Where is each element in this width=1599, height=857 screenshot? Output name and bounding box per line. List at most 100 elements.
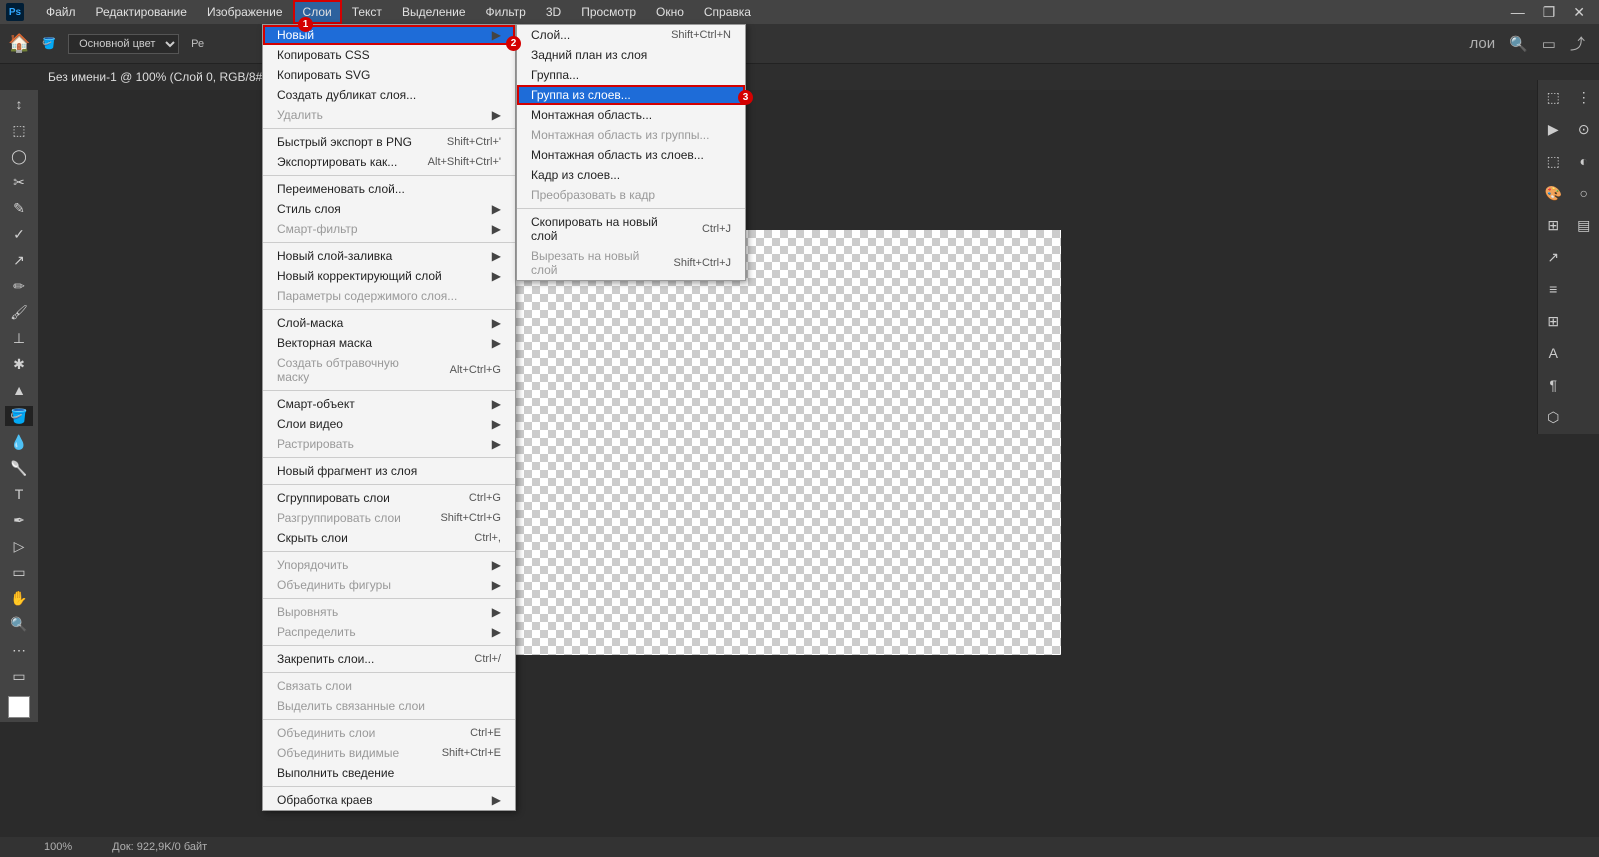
tool-22[interactable]: ▭ — [5, 666, 33, 686]
menu-item[interactable]: Быстрый экспорт в PNGShift+Ctrl+' — [263, 132, 515, 152]
menu-справка[interactable]: Справка — [694, 0, 761, 24]
tool-4[interactable]: ✎ — [5, 198, 33, 218]
menu-item[interactable]: Новый фрагмент из слоя — [263, 461, 515, 481]
tool-16[interactable]: ✒ — [5, 510, 33, 530]
panel-button[interactable]: ◐ — [1573, 150, 1595, 172]
tool-0[interactable]: ↕ — [5, 94, 33, 114]
panel-button[interactable]: ⋮ — [1573, 86, 1595, 108]
tool-8[interactable]: 🖌 — [5, 302, 33, 322]
panel-button[interactable]: ↗ — [1542, 246, 1564, 268]
layout-icon[interactable]: ▭ — [1542, 35, 1556, 53]
menu-3d[interactable]: 3D — [536, 0, 571, 24]
menu-item[interactable]: Задний план из слоя — [517, 45, 745, 65]
panel-button[interactable] — [1573, 310, 1595, 332]
menu-item[interactable]: Создать дубликат слоя... — [263, 85, 515, 105]
menu-item[interactable]: Экспортировать как...Alt+Shift+Ctrl+' — [263, 152, 515, 172]
menu-item[interactable]: Слой-маска▶ — [263, 313, 515, 333]
menu-item[interactable]: Монтажная область... — [517, 105, 745, 125]
menu-item[interactable]: Новый корректирующий слой▶ — [263, 266, 515, 286]
menu-фильтр[interactable]: Фильтр — [476, 0, 536, 24]
menu-item[interactable]: Слой...Shift+Ctrl+N — [517, 25, 745, 45]
panel-button[interactable]: ≡ — [1542, 278, 1564, 300]
menu-item[interactable]: Кадр из слоев... — [517, 165, 745, 185]
panel-button[interactable]: ⬚ — [1542, 86, 1564, 108]
tool-1[interactable]: ⬚ — [5, 120, 33, 140]
share-icon[interactable]: ⤴ — [1570, 33, 1585, 54]
panel-button[interactable] — [1573, 374, 1595, 396]
tool-15[interactable]: T — [5, 484, 33, 504]
fill-type-select[interactable]: Основной цвет — [68, 34, 179, 54]
panel-button[interactable]: ⬚ — [1542, 150, 1564, 172]
document-tab[interactable]: Без имени-1 @ 100% (Слой 0, RGB/8#) * × — [38, 64, 300, 90]
tool-7[interactable]: ✏ — [5, 276, 33, 296]
menu-item[interactable]: Монтажная область из слоев... — [517, 145, 745, 165]
menu-item[interactable]: Закрепить слои...Ctrl+/ — [263, 649, 515, 669]
panel-button[interactable]: A — [1542, 342, 1564, 364]
bucket-tool-icon[interactable]: 🪣 — [42, 37, 56, 50]
menu-item[interactable]: Скопировать на новый слойCtrl+J — [517, 212, 745, 246]
maximize-button[interactable]: ❐ — [1543, 4, 1556, 21]
menu-item[interactable]: Стиль слоя▶ — [263, 199, 515, 219]
tool-13[interactable]: 💧 — [5, 432, 33, 452]
menu-изображение[interactable]: Изображение — [197, 0, 293, 24]
close-button[interactable]: ✕ — [1573, 4, 1585, 21]
menu-окно[interactable]: Окно — [646, 0, 694, 24]
tool-6[interactable]: ↗ — [5, 250, 33, 270]
panel-button[interactable]: ⊞ — [1542, 310, 1564, 332]
panel-button[interactable]: ⊞ — [1542, 214, 1564, 236]
panel-button[interactable] — [1573, 246, 1595, 268]
canvas[interactable] — [516, 230, 1061, 655]
tool-9[interactable]: ⊥ — [5, 328, 33, 348]
color-swatch[interactable] — [8, 696, 30, 718]
tool-3[interactable]: ✂ — [5, 172, 33, 192]
menu-item[interactable]: Смарт-объект▶ — [263, 394, 515, 414]
menu-item-label: Объединить слои — [277, 726, 450, 740]
tool-20[interactable]: 🔍 — [5, 614, 33, 634]
menu-текст[interactable]: Текст — [342, 0, 392, 24]
tool-19[interactable]: ✋ — [5, 588, 33, 608]
home-icon[interactable]: 🏠 — [8, 33, 30, 54]
menu-item[interactable]: Обработка краев▶ — [263, 790, 515, 810]
tool-12[interactable]: 🪣 — [5, 406, 33, 426]
tool-10[interactable]: ✱ — [5, 354, 33, 374]
menu-редактирование[interactable]: Редактирование — [86, 0, 197, 24]
panel-button[interactable]: ⬡ — [1542, 406, 1564, 428]
panel-button[interactable]: ▶ — [1542, 118, 1564, 140]
menu-item[interactable]: Выполнить сведение — [263, 763, 515, 783]
menu-item[interactable]: Новый слой-заливка▶ — [263, 246, 515, 266]
panel-button[interactable] — [1573, 342, 1595, 364]
tool-5[interactable]: ✓ — [5, 224, 33, 244]
panel-button[interactable]: ○ — [1573, 182, 1595, 204]
tool-21[interactable]: ⋯ — [5, 640, 33, 660]
menu-item-label: Новый фрагмент из слоя — [277, 464, 501, 478]
panel-button[interactable] — [1573, 406, 1595, 428]
menu-item[interactable]: Переименовать слой... — [263, 179, 515, 199]
tool-17[interactable]: ▷ — [5, 536, 33, 556]
menu-item-label: Стиль слоя — [277, 202, 472, 216]
menu-item[interactable]: Копировать SVG — [263, 65, 515, 85]
menu-item[interactable]: Сгруппировать слоиCtrl+G — [263, 488, 515, 508]
menu-item[interactable]: Копировать CSS — [263, 45, 515, 65]
panel-button[interactable] — [1573, 278, 1595, 300]
tool-11[interactable]: ▲ — [5, 380, 33, 400]
menu-item[interactable]: Слои видео▶ — [263, 414, 515, 434]
panel-button[interactable]: ⊙ — [1573, 118, 1595, 140]
menu-просмотр[interactable]: Просмотр — [571, 0, 646, 24]
menu-item[interactable]: Группа... — [517, 65, 745, 85]
search-icon[interactable]: 🔍 — [1509, 35, 1528, 53]
panel-button[interactable]: ¶ — [1542, 374, 1564, 396]
tool-14[interactable]: 🥄 — [5, 458, 33, 478]
menu-выделение[interactable]: Выделение — [392, 0, 476, 24]
submenu-arrow-icon: ▶ — [472, 417, 501, 431]
menu-item[interactable]: Векторная маска▶ — [263, 333, 515, 353]
zoom-level[interactable]: 100% — [44, 841, 72, 853]
tool-2[interactable]: ◯ — [5, 146, 33, 166]
panel-button[interactable]: ▤ — [1573, 214, 1595, 236]
minimize-button[interactable]: — — [1511, 4, 1525, 21]
panel-button[interactable]: 🎨 — [1542, 182, 1564, 204]
menu-item[interactable]: Группа из слоев... — [517, 85, 745, 105]
menu-item: Монтажная область из группы... — [517, 125, 745, 145]
menu-файл[interactable]: Файл — [36, 0, 86, 24]
tool-18[interactable]: ▭ — [5, 562, 33, 582]
menu-item[interactable]: Скрыть слоиCtrl+, — [263, 528, 515, 548]
